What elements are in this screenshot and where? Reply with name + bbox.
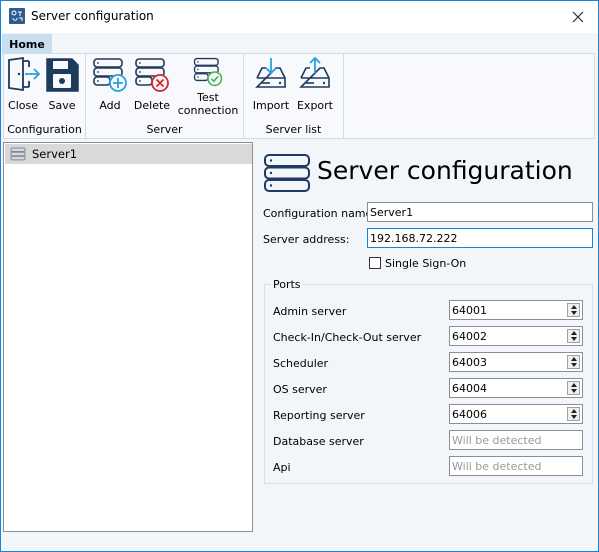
- drive-import-icon: [255, 58, 286, 88]
- ribbon: Close Save Configuration Add Delete Test…: [3, 53, 595, 139]
- port-label-admin-server: Admin server: [273, 305, 347, 318]
- import-button[interactable]: Import: [252, 56, 290, 112]
- export-button-label: Export: [296, 99, 333, 112]
- spin-up-icon: [570, 357, 577, 361]
- configuration-name-label: Configuration name:: [263, 207, 376, 220]
- close-icon: [572, 11, 584, 22]
- add-button[interactable]: Add: [92, 56, 128, 112]
- tab-home[interactable]: Home: [2, 34, 52, 54]
- group-label-server: Server: [146, 123, 183, 136]
- spin-up-icon: [570, 305, 577, 309]
- port-label-scheduler: Scheduler: [273, 357, 329, 370]
- ribbon-group-configuration: Close Save Configuration: [4, 54, 86, 138]
- group-label-configuration: Configuration: [7, 123, 82, 136]
- delete-button-label: Delete: [133, 99, 171, 112]
- close-button-label: Close: [8, 99, 38, 112]
- spin-up-icon: [570, 409, 577, 413]
- window-close-button[interactable]: [558, 1, 598, 32]
- spin-down-icon: [570, 363, 577, 367]
- port-spin-os-server[interactable]: 64004: [449, 378, 583, 398]
- drive-export-icon: [299, 56, 330, 88]
- export-button[interactable]: Export: [296, 56, 334, 112]
- test-connection-button[interactable]: Test connection: [178, 56, 238, 117]
- delete-button[interactable]: Delete: [134, 56, 170, 112]
- port-value: 64001: [452, 303, 487, 317]
- single-sign-on-checkbox[interactable]: [369, 257, 381, 269]
- exit-door-icon: [8, 56, 41, 92]
- spin-arrows[interactable]: [567, 355, 580, 369]
- port-input-api[interactable]: Will be detected: [449, 456, 583, 476]
- server-add-icon: [93, 58, 127, 92]
- server-icon: [10, 147, 26, 161]
- window-title: Server configuration: [31, 9, 154, 23]
- port-value: 64003: [452, 355, 487, 369]
- floppy-disk-icon: [46, 58, 79, 92]
- title-bar: Server configuration: [1, 1, 598, 33]
- spin-up-icon: [570, 331, 577, 335]
- port-spin-reporting-server[interactable]: 64006: [449, 404, 583, 424]
- import-button-label: Import: [252, 99, 290, 112]
- test-connection-label-line2: connection: [177, 104, 239, 117]
- port-label-reporting-server: Reporting server: [273, 409, 365, 422]
- tree-item-server1[interactable]: Server1: [5, 144, 252, 164]
- port-value: 64006: [452, 407, 487, 421]
- port-value: 64004: [452, 381, 487, 395]
- test-connection-label-line1: Test: [197, 91, 219, 104]
- port-label-os-server: OS server: [273, 383, 327, 396]
- server-address-label: Server address:: [263, 233, 350, 246]
- ports-legend: Ports: [271, 278, 303, 291]
- port-label-database-server: Database server: [273, 435, 364, 448]
- server-delete-icon: [135, 58, 169, 92]
- group-label-server-list: Server list: [265, 123, 322, 136]
- close-button[interactable]: Close: [6, 56, 41, 112]
- spin-arrows[interactable]: [567, 407, 580, 421]
- port-spin-scheduler[interactable]: 64003: [449, 352, 583, 372]
- ribbon-group-server-list: Import Export Server list: [244, 54, 344, 138]
- spin-arrows[interactable]: [567, 329, 580, 343]
- spin-arrows[interactable]: [567, 303, 580, 317]
- port-spin-admin-server[interactable]: 64001: [449, 300, 583, 320]
- add-button-label: Add: [99, 99, 121, 112]
- save-button[interactable]: Save: [44, 56, 80, 112]
- server-address-input[interactable]: 192.168.72.222: [367, 228, 593, 248]
- port-label-checkin-checkout: Check-In/Check-Out server: [273, 331, 422, 344]
- ribbon-tab-row: Home: [1, 33, 598, 54]
- spin-down-icon: [570, 311, 577, 315]
- server-configuration-window: Server configuration Home Close Save Con…: [0, 0, 599, 552]
- ribbon-group-server: Add Delete Test connection Server: [86, 54, 244, 138]
- spin-down-icon: [570, 389, 577, 393]
- spin-up-icon: [570, 383, 577, 387]
- single-sign-on-label: Single Sign-On: [385, 257, 467, 270]
- configuration-name-input[interactable]: Server1: [367, 202, 593, 222]
- test-connection-button-label: Test connection: [178, 91, 239, 117]
- spin-down-icon: [570, 337, 577, 341]
- server-tree[interactable]: Server1: [3, 142, 253, 532]
- port-label-api: Api: [273, 461, 291, 474]
- server-check-icon: [193, 57, 223, 87]
- app-icon: [9, 8, 25, 24]
- port-input-database-server[interactable]: Will be detected: [449, 430, 583, 450]
- save-button-label: Save: [48, 99, 76, 112]
- port-spin-checkin-checkout[interactable]: 64002: [449, 326, 583, 346]
- tree-item-label: Server1: [32, 147, 78, 161]
- page-title: Server configuration: [317, 156, 573, 185]
- spin-arrows[interactable]: [567, 381, 580, 395]
- port-value: 64002: [452, 329, 487, 343]
- spin-down-icon: [570, 415, 577, 419]
- server-config-header-icon: [263, 153, 311, 196]
